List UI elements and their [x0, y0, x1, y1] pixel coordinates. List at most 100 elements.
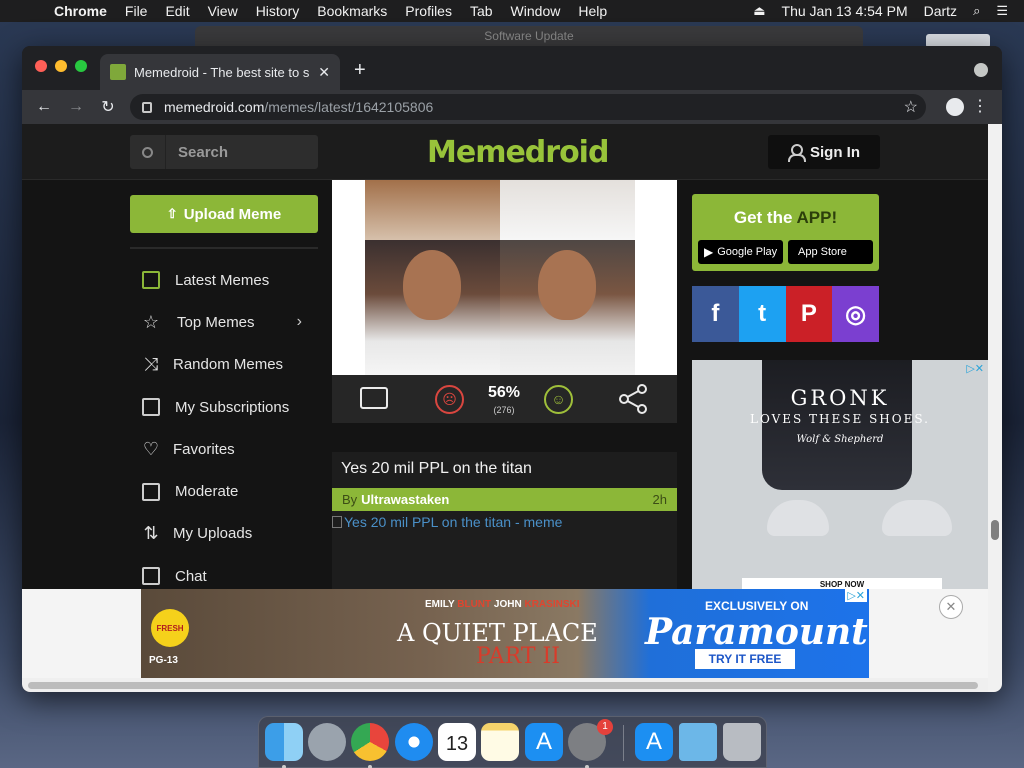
certified-fresh-badge: FRESH: [151, 609, 189, 647]
cast-last-name-2: KRASINSKI: [524, 599, 580, 610]
meme-image[interactable]: [365, 180, 635, 375]
horizontal-scrollbar[interactable]: [22, 678, 988, 692]
pinterest-icon[interactable]: P: [785, 286, 833, 342]
new-tab-icon[interactable]: +: [354, 59, 366, 82]
menu-help[interactable]: Help: [578, 3, 607, 19]
sidebar-item-moderate[interactable]: Moderate: [140, 470, 310, 512]
url-host: memedroid.com: [164, 99, 265, 115]
sidebar-item-top-memes[interactable]: ☆ Top Memes ›: [140, 301, 310, 343]
movie-banner-ad[interactable]: FRESH PG-13 EMILY BLUNT JOHN KRASINSKI A…: [141, 589, 869, 678]
site-search-input[interactable]: [166, 143, 306, 161]
profile-avatar-icon[interactable]: [946, 98, 964, 116]
movie-rating: PG-13: [149, 655, 178, 666]
chevron-right-icon: ›: [296, 313, 302, 331]
google-play-button[interactable]: ▶ Google Play: [698, 240, 783, 264]
reload-icon[interactable]: ↻: [92, 97, 124, 117]
twitter-icon[interactable]: t: [738, 286, 786, 342]
chrome-icon[interactable]: [351, 723, 389, 761]
menu-file[interactable]: File: [125, 3, 148, 19]
menu-view[interactable]: View: [208, 3, 238, 19]
comment-icon[interactable]: [360, 387, 388, 409]
safari-icon[interactable]: [395, 723, 433, 761]
eject-icon[interactable]: ⏏: [753, 3, 765, 19]
share-icon[interactable]: [618, 383, 650, 415]
meme-panel-top-left: [365, 180, 500, 240]
finder-icon[interactable]: [265, 723, 303, 761]
downloads-folder-icon[interactable]: [679, 723, 717, 761]
launchpad-icon[interactable]: [308, 723, 346, 761]
ad-signature: Wolf & Shepherd: [796, 434, 884, 445]
post-author-link[interactable]: Ultrawastaken: [361, 492, 449, 507]
horizontal-scroll-thumb[interactable]: [28, 682, 978, 689]
menu-window[interactable]: Window: [511, 3, 561, 19]
star-icon: ☆: [142, 311, 160, 332]
back-icon[interactable]: ←: [28, 98, 60, 116]
try-it-free-button[interactable]: TRY IT FREE: [695, 649, 795, 669]
app-store-download-icon[interactable]: A: [635, 723, 673, 761]
upload-meme-button[interactable]: ⇧ Upload Meme: [130, 195, 318, 233]
post-title[interactable]: Yes 20 mil PPL on the titan: [341, 460, 532, 478]
instagram-icon[interactable]: ◎: [832, 286, 879, 342]
ad-brand: GRONK: [790, 386, 890, 410]
menu-app-name[interactable]: Chrome: [54, 3, 107, 19]
browser-tab[interactable]: Memedroid - The best site to s ✕: [100, 54, 340, 90]
sidebar-item-favorites[interactable]: ♡ Favorites: [140, 428, 310, 470]
calendar-icon[interactable]: 13: [438, 723, 476, 761]
tab-close-icon[interactable]: ✕: [318, 64, 330, 81]
menu-profiles[interactable]: Profiles: [405, 3, 452, 19]
sidebar-item-label: My Subscriptions: [175, 398, 290, 416]
sign-in-label: Sign In: [810, 143, 860, 161]
sidebar-item-label: Chat: [175, 567, 207, 585]
zoom-window-button[interactable]: [75, 60, 87, 72]
window-controls: [35, 60, 87, 72]
menubar-user[interactable]: Dartz: [924, 3, 957, 19]
facebook-icon[interactable]: f: [692, 286, 739, 342]
post-broken-image[interactable]: Yes 20 mil PPL on the titan - meme: [332, 514, 562, 530]
meme-image-card[interactable]: [332, 180, 677, 375]
sidebar-item-latest-memes[interactable]: Latest Memes: [140, 259, 310, 301]
lock-icon[interactable]: [142, 101, 152, 113]
tab-strip: Memedroid - The best site to s ✕ +: [22, 46, 1002, 90]
menubar-clock[interactable]: Thu Jan 13 4:54 PM: [782, 3, 908, 19]
upvote-icon[interactable]: ☺: [544, 385, 573, 414]
sign-in-button[interactable]: Sign In: [768, 135, 880, 169]
chrome-menu-icon[interactable]: ⋮: [972, 96, 988, 116]
shuffle-icon: ⤨: [143, 354, 159, 375]
site-search-box: [130, 135, 318, 169]
app-store-label: App Store: [798, 246, 847, 258]
search-icon[interactable]: [130, 135, 166, 169]
downvote-icon[interactable]: ☹: [435, 385, 464, 414]
sidebar-item-my-uploads[interactable]: ⇅ My Uploads: [140, 513, 310, 555]
menu-bar: Chrome File Edit View History Bookmarks …: [0, 0, 1024, 22]
minimize-window-button[interactable]: [55, 60, 67, 72]
get-app-box: Get the APP! ▶ Google Play App Store: [692, 194, 879, 271]
menu-history[interactable]: History: [256, 3, 300, 19]
bookmark-star-icon[interactable]: ☆: [904, 97, 918, 117]
vertical-scroll-thumb[interactable]: [991, 520, 999, 540]
ad-choices-icon[interactable]: ▷✕: [966, 362, 984, 375]
spotlight-search-icon[interactable]: ⌕: [973, 3, 980, 19]
menu-edit[interactable]: Edit: [165, 3, 189, 19]
control-center-icon[interactable]: ☰: [996, 3, 1008, 19]
address-bar[interactable]: memedroid.com /memes/latest/1642105806 ☆: [130, 94, 926, 120]
meme-face: [538, 250, 596, 320]
ad-choices-icon[interactable]: ▷✕: [845, 589, 867, 602]
close-ad-icon[interactable]: ✕: [939, 595, 963, 619]
notes-icon[interactable]: [481, 723, 519, 761]
menu-tab[interactable]: Tab: [470, 3, 493, 19]
shoe-advertisement[interactable]: GRONK LOVES THESE SHOES. Wolf & Shepherd…: [692, 360, 988, 590]
trash-icon[interactable]: [723, 723, 761, 761]
page-viewport: Memedroid Sign In ⇧ Upload Meme Latest M…: [22, 124, 988, 692]
forward-icon[interactable]: →: [60, 98, 92, 116]
sidebar-item-random-memes[interactable]: ⤨ Random Memes: [140, 344, 310, 386]
menu-bookmarks[interactable]: Bookmarks: [317, 3, 387, 19]
sidebar-item-my-subscriptions[interactable]: My Subscriptions: [140, 386, 310, 428]
app-store-button[interactable]: App Store: [788, 240, 873, 264]
vertical-scrollbar[interactable]: [988, 124, 1002, 692]
site-logo[interactable]: Memedroid: [427, 135, 609, 170]
tab-search-icon[interactable]: [974, 63, 988, 77]
upload-meme-label: Upload Meme: [183, 205, 282, 223]
close-window-button[interactable]: [35, 60, 47, 72]
app-store-icon[interactable]: A: [525, 723, 563, 761]
post-age: 2h: [652, 492, 667, 507]
